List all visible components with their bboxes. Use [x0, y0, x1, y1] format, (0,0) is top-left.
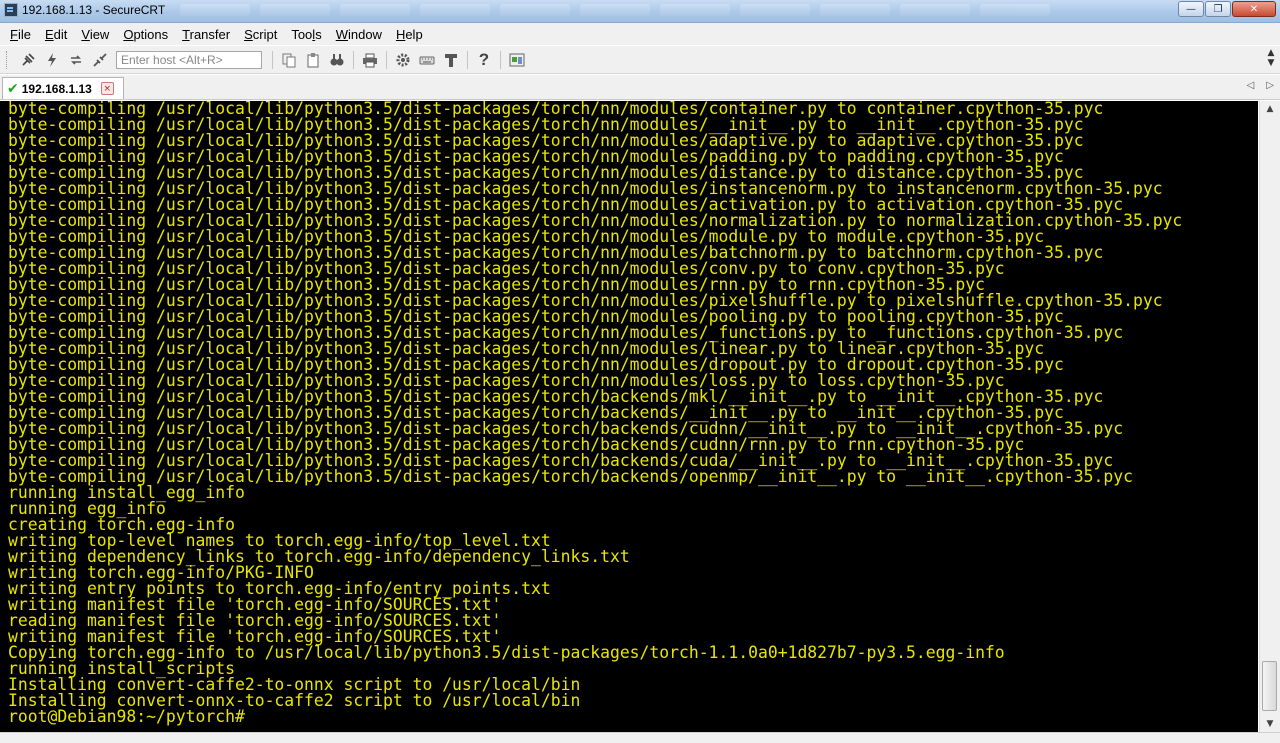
window-title: 192.168.1.13 - SecureCRT	[22, 3, 166, 17]
toolbar-separator	[272, 50, 273, 69]
menu-bar: File Edit View Options Transfer Script Tools Wi…	[0, 23, 1280, 45]
sftp-icon[interactable]	[441, 50, 461, 70]
menu-file[interactable]: File	[10, 27, 31, 42]
menu-tools[interactable]: Tools	[291, 27, 321, 42]
minimize-button[interactable]: —	[1178, 1, 1204, 17]
toolbar-separator	[353, 50, 354, 69]
paste-icon[interactable]	[303, 50, 323, 70]
settings-icon[interactable]	[393, 50, 413, 70]
status-bar	[0, 732, 1280, 743]
terminal-screen[interactable]: byte-compiling /usr/local/lib/python3.5/…	[0, 101, 1258, 732]
title-bar-background-tabs	[180, 4, 1180, 18]
scroll-up-icon[interactable]: ▲	[1262, 101, 1278, 117]
tab-close-icon[interactable]: ×	[100, 82, 114, 95]
tab-navigation: ◁ ▷	[1247, 80, 1274, 91]
connect-icon[interactable]	[18, 50, 38, 70]
window-controls: — ❐ ✕	[1178, 1, 1276, 17]
scroll-down-icon[interactable]: ▼	[1262, 716, 1278, 732]
toolbar-overflow-icon[interactable]: ▲ ▼	[1264, 48, 1278, 70]
vertical-scrollbar[interactable]: ▲ ▼	[1259, 101, 1280, 732]
terminal-cursor	[244, 711, 254, 726]
help-icon[interactable]: ?	[474, 50, 494, 70]
connected-check-icon: ✔	[7, 80, 19, 97]
print-icon[interactable]	[360, 50, 380, 70]
disconnect-icon[interactable]	[90, 50, 110, 70]
maximize-button[interactable]: ❐	[1205, 1, 1231, 17]
toolbar: ? ▲▼	[0, 46, 1280, 74]
toolbar-separator	[467, 50, 468, 69]
session-tab-bar: ✔ 192.168.1.13 × ◁ ▷	[0, 75, 1280, 100]
securecrt-app-icon[interactable]	[4, 3, 18, 17]
sessions-icon[interactable]	[507, 50, 527, 70]
menu-view[interactable]: View	[81, 27, 109, 42]
menu-edit[interactable]: Edit	[45, 27, 67, 42]
toolbar-separator	[500, 50, 501, 69]
terminal-output: byte-compiling /usr/local/lib/python3.5/…	[8, 101, 1182, 726]
reconnect-icon[interactable]	[66, 50, 86, 70]
menu-options[interactable]: Options	[123, 27, 168, 42]
copy-icon[interactable]	[279, 50, 299, 70]
close-button[interactable]: ✕	[1232, 1, 1276, 17]
menu-window[interactable]: Window	[336, 27, 382, 42]
quick-connect-icon[interactable]	[42, 50, 62, 70]
toolbar-separator	[386, 50, 387, 69]
terminal-prompt: root@Debian98:~/pytorch#	[8, 708, 1182, 726]
menu-help[interactable]: Help	[396, 27, 423, 42]
tab-prev-icon[interactable]: ◁	[1247, 80, 1255, 91]
title-bar[interactable]: 192.168.1.13 - SecureCRT — ❐ ✕	[0, 0, 1280, 23]
scrollbar-thumb[interactable]	[1262, 661, 1277, 711]
menu-script[interactable]: Script	[244, 27, 277, 42]
session-tab[interactable]: ✔ 192.168.1.13 ×	[2, 77, 124, 99]
menu-transfer[interactable]: Transfer	[182, 27, 230, 42]
find-icon[interactable]	[327, 50, 347, 70]
keymap-icon[interactable]	[417, 50, 437, 70]
terminal-line: running install_egg_info	[8, 483, 245, 502]
session-tab-label: 192.168.1.13	[21, 81, 92, 96]
tab-next-icon[interactable]: ▷	[1266, 80, 1274, 91]
enter-host-input[interactable]	[116, 50, 262, 69]
toolbar-grip[interactable]	[6, 50, 10, 69]
